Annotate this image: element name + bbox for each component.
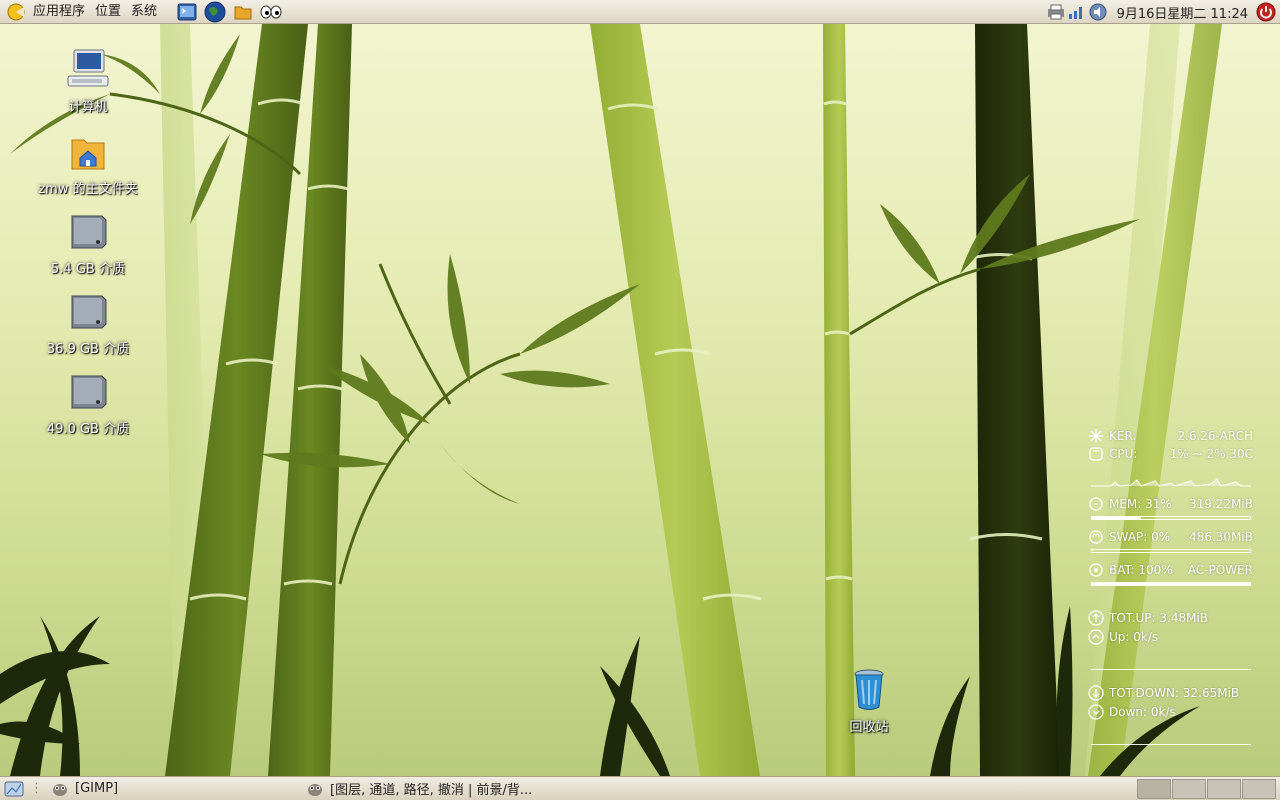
memory-bar [1091, 516, 1251, 520]
main-menu-logo-icon[interactable] [4, 0, 28, 24]
desktop-icon-label: zmw 的主文件夹 [38, 182, 138, 197]
swap-row: SWAP: 0% 486.30MiB [1088, 529, 1253, 545]
memory-icon [1089, 497, 1103, 511]
cpu-graph [1091, 478, 1251, 487]
cpu-row: CPU: 1% ~ 2% 30C [1088, 446, 1253, 462]
swap-bar [1091, 549, 1251, 553]
drive-icon [64, 288, 112, 336]
desktop-icon-label: 49.0 GB 介质 [46, 422, 130, 437]
swap-icon [1089, 530, 1103, 544]
panel-handle-icon: ⋮ [30, 781, 43, 796]
swap-value: 486.30MiB [1189, 530, 1253, 544]
web-browser-icon[interactable] [204, 1, 226, 23]
top-panel: 应用程序 位置 系统 9月16日星期二 11:24 [0, 0, 1280, 24]
download-speed-text: Down: 0k/s [1109, 705, 1176, 719]
kernel-row: KER: 2.6.26-ARCH [1088, 428, 1253, 444]
home-folder-icon [64, 128, 112, 176]
swap-label: SWAP: 0% [1109, 530, 1171, 544]
total-upload-text: TOT.UP: 3.48MiB [1109, 611, 1209, 625]
download-arrow-icon [1088, 685, 1104, 701]
desktop-icon-label: 回收站 [849, 720, 889, 735]
desktop-icon-drive-2[interactable]: 36.9 GB 介质 [28, 288, 148, 357]
memory-bar-fill [1092, 517, 1141, 519]
kernel-label: KER: [1109, 429, 1137, 443]
menu-applications[interactable]: 应用程序 [28, 0, 90, 24]
show-desktop-button[interactable] [0, 778, 28, 800]
upload-speed-text: Up: 0k/s [1109, 630, 1159, 644]
show-desktop-icon [4, 781, 24, 796]
workspace-switcher [1136, 779, 1276, 799]
kernel-icon [1089, 429, 1103, 443]
bottom-panel: ⋮ [GIMP] [图层, 通道, 路径, 撤消 | 前景/背... [0, 776, 1280, 800]
kernel-value: 2.6.26-ARCH [1177, 429, 1253, 443]
trash-icon [845, 666, 893, 714]
desktop-icon-label: 36.9 GB 介质 [46, 342, 130, 357]
download-speed-row: Down: 0k/s [1088, 704, 1253, 720]
battery-icon [1089, 563, 1103, 577]
upload-arrow-icon [1088, 610, 1104, 626]
desktop-icon-trash[interactable]: 回收站 [809, 666, 929, 735]
desktop-icon-home-folder[interactable]: zmw 的主文件夹 [28, 128, 148, 197]
upload-graph [1091, 669, 1251, 670]
upload-speed-icon [1088, 629, 1104, 645]
cpu-icon [1089, 447, 1103, 461]
menu-system[interactable]: 系统 [126, 0, 162, 24]
gimp-icon [53, 783, 67, 796]
battery-row: BAT: 100% AC-POWER [1088, 562, 1253, 578]
memory-value: 319.22MiB [1189, 497, 1253, 511]
battery-bar-fill [1092, 583, 1250, 585]
desktop-icon-drive-1[interactable]: 5.4 GB 介质 [28, 208, 148, 277]
menu-places[interactable]: 位置 [90, 0, 126, 24]
taskbar-item-gimp-dock[interactable]: [图层, 通道, 路径, 撤消 | 前景/背... [300, 778, 538, 800]
taskbar-item-gimp[interactable]: [GIMP] [45, 778, 300, 800]
computer-icon [64, 46, 112, 94]
desktop-icon-label: 5.4 GB 介质 [51, 262, 125, 277]
upload-speed-row: Up: 0k/s [1088, 629, 1253, 645]
battery-label: BAT: 100% [1109, 563, 1173, 577]
workspace-2[interactable] [1172, 779, 1206, 799]
taskbar-item-label: [GIMP] [75, 781, 119, 796]
total-upload-row: TOT.UP: 3.48MiB [1088, 610, 1253, 626]
download-graph [1091, 744, 1251, 745]
terminal-icon[interactable] [176, 1, 198, 23]
total-download-text: TOT.DOWN: 32.65MiB [1109, 686, 1240, 700]
battery-value: AC-POWER [1187, 563, 1253, 577]
desktop-icon-drive-3[interactable]: 49.0 GB 介质 [28, 368, 148, 437]
cpu-label: CPU: [1109, 447, 1138, 461]
cpu-value: 1% ~ 2% 30C [1169, 447, 1253, 461]
gimp-icon [308, 783, 322, 796]
printer-icon[interactable] [1047, 3, 1065, 21]
drive-icon [64, 368, 112, 416]
battery-bar [1091, 582, 1251, 586]
total-download-row: TOT.DOWN: 32.65MiB [1088, 685, 1253, 701]
desktop-icon-label: 计算机 [68, 100, 108, 115]
desktop-icon-computer[interactable]: 计算机 [28, 46, 148, 115]
volume-icon[interactable] [1089, 3, 1107, 21]
taskbar-item-label: [图层, 通道, 路径, 撤消 | 前景/背... [330, 783, 533, 798]
workspace-1[interactable] [1137, 779, 1171, 799]
network-icon[interactable] [1068, 3, 1086, 21]
bamboo-wallpaper [0, 24, 1222, 776]
eyes-icon[interactable] [260, 1, 282, 23]
system-tray: 9月16日星期二 11:24 [1044, 0, 1280, 24]
clock[interactable]: 9月16日星期二 11:24 [1117, 3, 1248, 22]
drive-icon [64, 208, 112, 256]
download-speed-icon [1088, 704, 1104, 720]
memory-label: MEM: 31% [1109, 497, 1172, 511]
file-manager-icon[interactable] [232, 1, 254, 23]
workspace-4[interactable] [1242, 779, 1276, 799]
workspace-3[interactable] [1207, 779, 1241, 799]
shutdown-icon[interactable] [1256, 2, 1276, 22]
memory-row: MEM: 31% 319.22MiB [1088, 496, 1253, 512]
